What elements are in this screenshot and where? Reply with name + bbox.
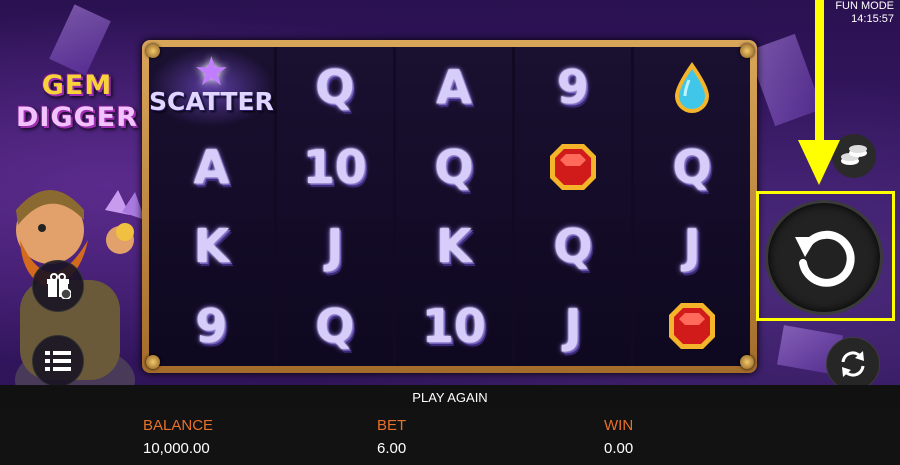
symbol-q: Q <box>315 59 355 114</box>
symbol-k: K <box>193 219 230 274</box>
symbol-q: Q <box>315 299 355 354</box>
bonus-gift-button[interactable] <box>32 260 84 312</box>
mode-label: FUN MODE <box>835 0 894 12</box>
reels-frame: ★ SCATTER A K 9 Q 10 J Q A Q K 10 9 Q J Q J <box>142 40 757 373</box>
game-stage: FUN MODE 14:15:57 GEM DIGGER ★ SCATTER A… <box>0 0 900 465</box>
win-label: WIN <box>604 417 634 434</box>
frame-rivet <box>146 355 160 369</box>
game-logo: GEM DIGGER <box>12 70 142 134</box>
symbol-j: J <box>683 219 701 274</box>
star-icon: ★ <box>193 49 230 96</box>
coins-icon <box>841 145 867 165</box>
symbol-q: Q <box>553 219 593 274</box>
reel-3: A Q K 10 <box>395 47 512 366</box>
reel-4: 9 QJ <box>514 47 631 366</box>
menu-list-icon <box>45 351 71 371</box>
symbol-q: Q <box>672 139 712 194</box>
crystal-decor <box>747 33 823 127</box>
logo-line-1: GEM <box>41 70 113 101</box>
balance-value: 10,000.00 <box>143 440 210 457</box>
menu-button[interactable] <box>32 335 84 387</box>
symbol-k: K <box>436 219 472 274</box>
reel-5: QJ <box>633 47 751 366</box>
status-message-bar: PLAY AGAIN <box>0 385 900 409</box>
bottom-bar: BALANCE 10,000.00 BET 6.00 WIN 0.00 <box>0 409 900 465</box>
highlight-box <box>756 191 895 321</box>
reel-2: Q 10 J Q <box>276 47 393 366</box>
mode-clock: FUN MODE 14:15:57 <box>835 0 894 26</box>
symbol-j: J <box>326 219 344 274</box>
crystal-decor <box>49 4 111 76</box>
symbol-a: A <box>193 139 230 194</box>
win-value: 0.00 <box>604 440 634 457</box>
autoplay-icon <box>841 351 865 377</box>
symbol-10: 10 <box>302 139 367 194</box>
blue-gem-icon <box>634 47 750 127</box>
symbol-9: 9 <box>556 59 589 114</box>
autoplay-button[interactable] <box>826 337 880 391</box>
frame-rivet <box>146 44 160 58</box>
symbol-q: Q <box>434 139 474 194</box>
symbol-j: J <box>564 299 582 354</box>
symbol-a: A <box>436 59 472 114</box>
scatter-label: SCATTER <box>149 87 274 117</box>
clock: 14:15:57 <box>851 13 894 25</box>
arrow-down-icon <box>798 140 840 185</box>
symbol-10: 10 <box>421 299 486 354</box>
bet-panel: BET 6.00 <box>377 417 406 459</box>
gift-icon <box>47 273 71 299</box>
status-message: PLAY AGAIN <box>412 389 488 405</box>
balance-panel: BALANCE 10,000.00 <box>143 417 213 459</box>
bet-label: BET <box>377 417 407 434</box>
frame-rivet <box>740 44 754 58</box>
logo-line-2: DIGGER <box>15 102 138 133</box>
highlight-arrow-shaft <box>815 0 824 150</box>
red-gem-icon <box>634 286 750 366</box>
bet-value: 6.00 <box>377 440 407 457</box>
reel-1: ★ SCATTER A K 9 <box>149 47 274 366</box>
balance-label: BALANCE <box>143 417 214 434</box>
reel-grid: ★ SCATTER A K 9 Q 10 J Q A Q K 10 9 Q J Q J <box>149 47 751 366</box>
win-panel: WIN 0.00 <box>604 417 633 459</box>
symbol-scatter: ★ SCATTER <box>149 47 274 127</box>
symbol-9: 9 <box>195 299 228 354</box>
frame-rivet <box>740 355 754 369</box>
red-gem-icon <box>515 127 631 207</box>
